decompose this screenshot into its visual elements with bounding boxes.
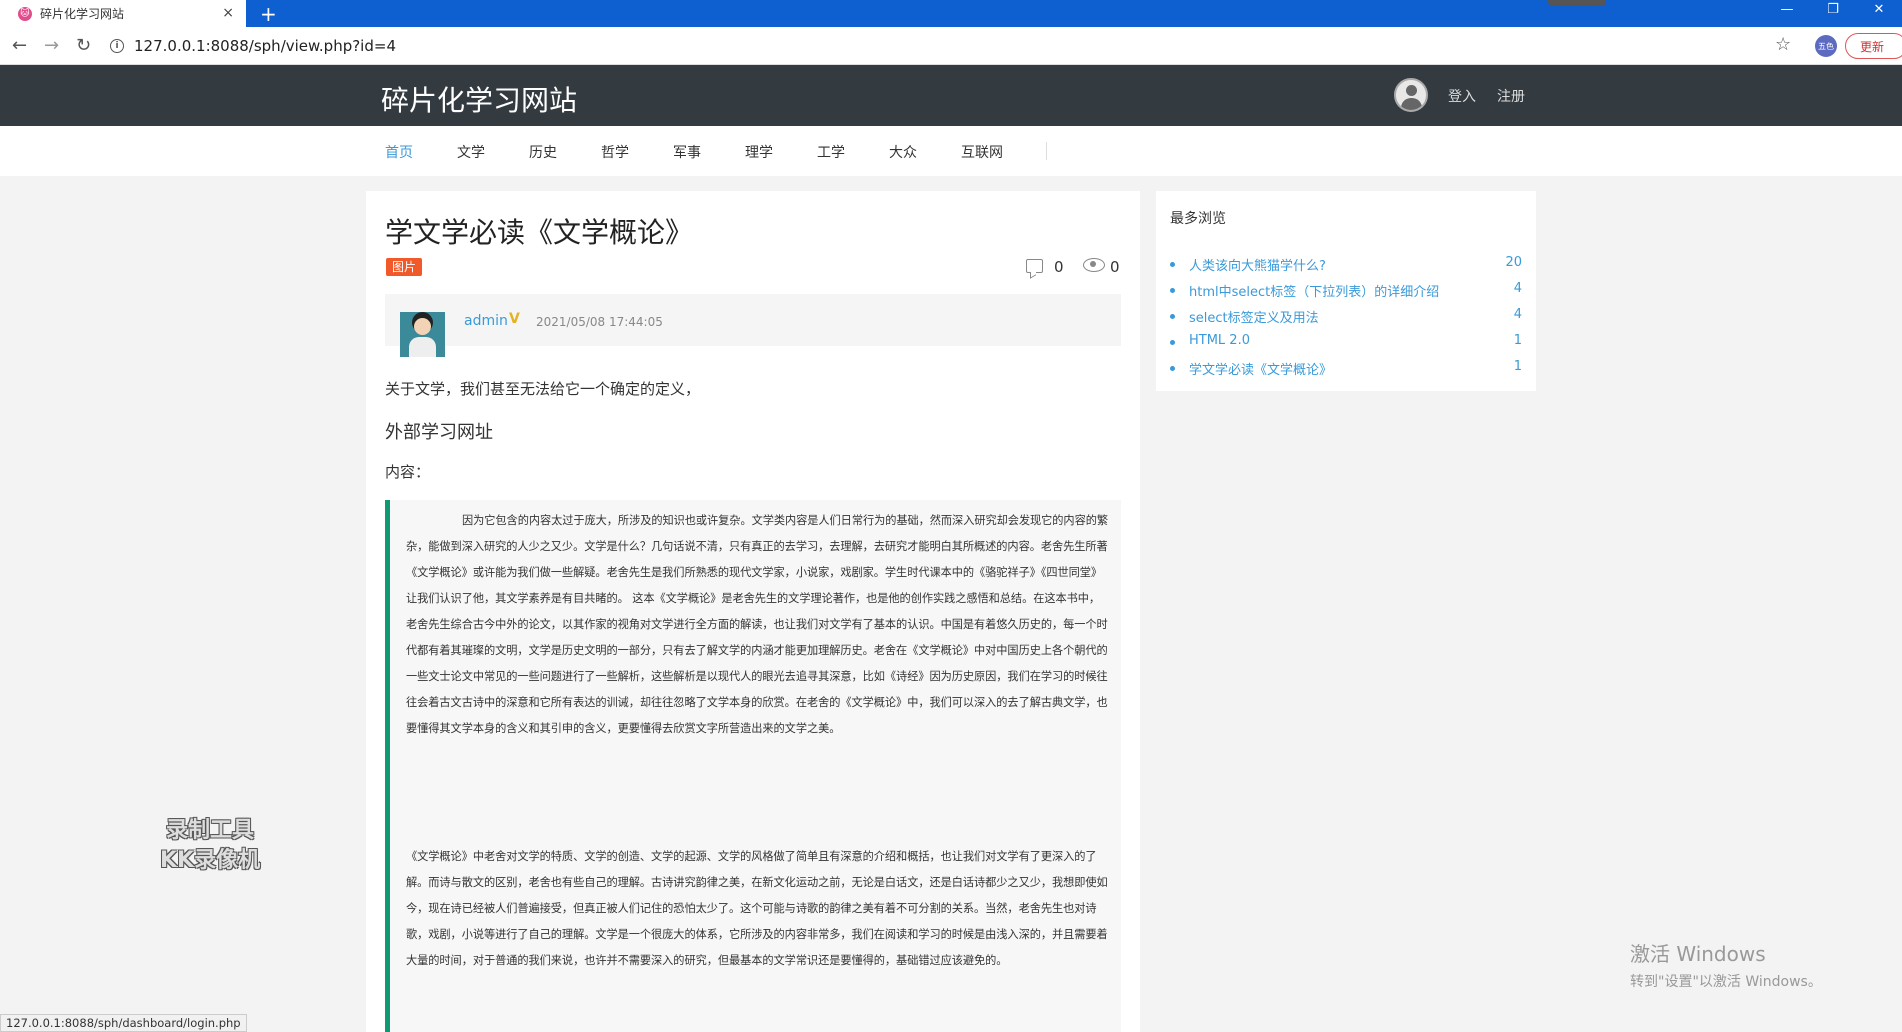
login-link[interactable]: 登入 <box>1448 86 1476 106</box>
verified-icon: V <box>509 311 520 327</box>
list-item[interactable]: 人类该向大熊猫学什么? 20 <box>1170 255 1522 281</box>
bullet-icon <box>1170 262 1175 267</box>
tab-title: 碎片化学习网站 <box>40 7 125 21</box>
activation-line-2: 转到"设置"以激活 Windows。 <box>1630 974 1822 990</box>
address-bar[interactable]: i 127.0.0.1:8088/sph/view.php?id=4 <box>110 32 1780 60</box>
list-item-title[interactable]: select标签定义及用法 <box>1189 307 1319 326</box>
article-title: 学文学必读《文学概论》 <box>385 216 694 249</box>
new-tab-button[interactable]: + <box>260 2 277 26</box>
eye-icon <box>1083 258 1105 272</box>
address-url[interactable]: 127.0.0.1:8088/sph/view.php?id=4 <box>134 37 396 55</box>
bullet-icon <box>1170 340 1175 345</box>
browser-toolbar: ← → ↻ i 127.0.0.1:8088/sph/view.php?id=4… <box>0 27 1902 65</box>
site-title[interactable]: 碎片化学习网站 <box>381 79 577 119</box>
bullet-icon <box>1170 366 1175 371</box>
windows-activation-notice: 激活 Windows 转到"设置"以激活 Windows。 <box>1630 938 1822 991</box>
browser-tab-strip: 🐱 碎片化学习网站 × + — ❐ ✕ <box>0 0 1902 27</box>
list-item-count: 4 <box>1513 307 1522 322</box>
status-bar-url: 127.0.0.1:8088/sph/dashboard/login.php <box>0 1014 247 1032</box>
nav-item-military[interactable]: 军事 <box>673 142 701 162</box>
article-panel: 学文学必读《文学概论》 图片 0 0 admin V 2021/05/08 17… <box>366 191 1140 1032</box>
list-item[interactable]: 学文学必读《文学概论》 1 <box>1170 359 1522 385</box>
sidebar-title: 最多浏览 <box>1170 211 1226 227</box>
comment-icon <box>1026 259 1043 273</box>
nav-item-popular[interactable]: 大众 <box>889 142 917 162</box>
profile-avatar[interactable]: 五色 <box>1815 35 1837 57</box>
post-time: 2021/05/08 17:44:05 <box>536 315 663 329</box>
list-item-title[interactable]: HTML 2.0 <box>1189 333 1250 348</box>
user-avatar-icon[interactable] <box>1394 78 1428 112</box>
content-paragraph-2: 《文学概论》中老舍对文学的特质、文学的创造、文学的起源、文学的风格做了简单且有深… <box>406 850 1108 967</box>
author-avatar <box>400 312 445 357</box>
author-bar: admin V 2021/05/08 17:44:05 <box>385 294 1121 357</box>
content-label: 内容： <box>385 463 431 481</box>
list-item[interactable]: select标签定义及用法 4 <box>1170 307 1522 333</box>
view-count: 0 <box>1110 258 1120 276</box>
article-intro: 关于文学，我们甚至无法给它一个确定的定义， <box>385 380 701 398</box>
nav-divider <box>1046 142 1047 160</box>
window-close-icon[interactable]: ✕ <box>1856 0 1902 27</box>
list-item-count: 1 <box>1513 359 1522 374</box>
nav-item-literature[interactable]: 文学 <box>457 142 485 162</box>
list-item-title[interactable]: html中select标签（下拉列表）的详细介绍 <box>1189 281 1439 300</box>
list-item-count: 4 <box>1513 281 1522 296</box>
bookmark-star-icon[interactable]: ☆ <box>1775 34 1791 55</box>
nav-item-history[interactable]: 历史 <box>529 142 557 162</box>
watermark-line-2: KK录像机 <box>160 848 261 873</box>
browser-tab-active[interactable]: 🐱 碎片化学习网站 × <box>0 0 246 27</box>
most-viewed-list: 人类该向大熊猫学什么? 20 html中select标签（下拉列表）的详细介绍 4 … <box>1170 255 1522 385</box>
bullet-icon <box>1170 314 1175 319</box>
recorder-watermark: 录制工具 KK录像机 <box>160 816 260 876</box>
tab-close-icon[interactable]: × <box>222 5 234 21</box>
site-info-icon[interactable]: i <box>110 39 124 53</box>
nav-item-science[interactable]: 理学 <box>745 142 773 162</box>
nav-item-internet[interactable]: 互联网 <box>961 142 1003 162</box>
watermark-line-1: 录制工具 <box>166 818 255 843</box>
favicon-icon: 🐱 <box>18 6 32 21</box>
update-button[interactable]: 更新 <box>1845 33 1902 59</box>
nav-item-engineering[interactable]: 工学 <box>817 142 845 162</box>
list-item-count: 20 <box>1505 255 1522 270</box>
most-viewed-panel: 最多浏览 人类该向大熊猫学什么? 20 html中select标签（下拉列表）的详… <box>1156 191 1536 391</box>
nav-item-home[interactable]: 首页 <box>385 142 413 162</box>
restore-icon[interactable]: ❐ <box>1810 0 1856 27</box>
window-controls: — ❐ ✕ <box>1764 0 1902 27</box>
list-item-title[interactable]: 学文学必读《文学概论》 <box>1189 359 1332 378</box>
list-item[interactable]: HTML 2.0 1 <box>1170 333 1522 359</box>
activation-line-1: 激活 Windows <box>1630 942 1766 966</box>
list-item-title[interactable]: 人类该向大熊猫学什么? <box>1189 255 1326 274</box>
content-blockquote: 因为它包含的内容太过于庞大，所涉及的知识也或许复杂。文学类内容是人们日常行为的基… <box>385 500 1121 1032</box>
category-nav: 首页 文学 历史 哲学 军事 理学 工学 大众 互联网 <box>0 126 1902 176</box>
comment-count: 0 <box>1054 258 1064 276</box>
minimize-icon[interactable]: — <box>1764 0 1810 27</box>
forward-arrow-icon[interactable]: → <box>44 35 59 56</box>
external-links-heading: 外部学习网址 <box>385 422 493 443</box>
category-tag[interactable]: 图片 <box>386 258 423 276</box>
bullet-icon <box>1170 288 1175 293</box>
back-arrow-icon[interactable]: ← <box>12 35 27 56</box>
content-paragraph-1: 因为它包含的内容太过于庞大，所涉及的知识也或许复杂。文学类内容是人们日常行为的基… <box>406 514 1108 735</box>
list-item-count: 1 <box>1513 333 1522 348</box>
register-link[interactable]: 注册 <box>1497 86 1525 106</box>
site-header: 碎片化学习网站 登入 注册 <box>0 65 1902 126</box>
tab-strip-thumb <box>1548 0 1606 5</box>
author-name[interactable]: admin <box>464 313 508 329</box>
nav-item-philosophy[interactable]: 哲学 <box>601 142 629 162</box>
list-item[interactable]: html中select标签（下拉列表）的详细介绍 4 <box>1170 281 1522 307</box>
reload-icon[interactable]: ↻ <box>76 35 91 56</box>
